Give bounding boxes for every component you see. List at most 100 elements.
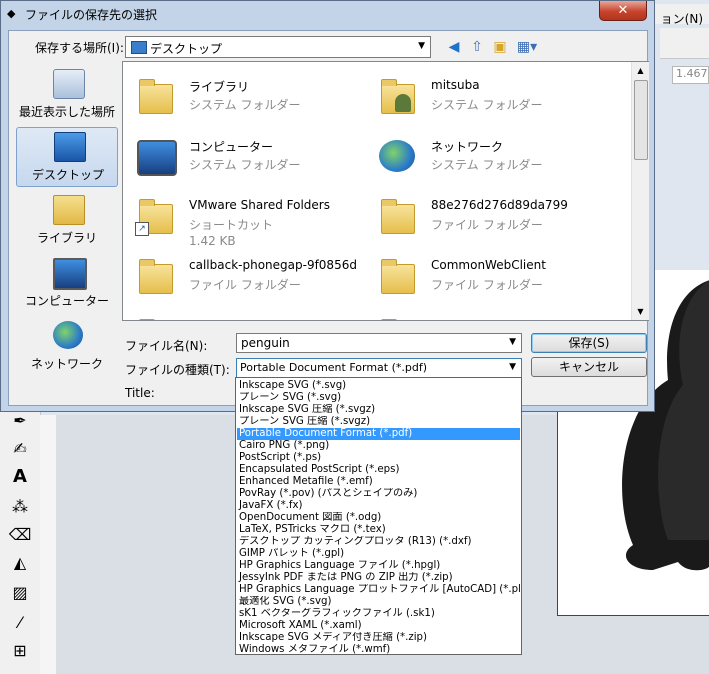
filetype-option[interactable]: HP Graphics Language プロットファイル [AutoCAD] …	[237, 584, 520, 596]
filetype-option[interactable]: 最適化 SVG (*.svg)	[237, 596, 520, 608]
cancel-button[interactable]: キャンセル	[531, 357, 647, 377]
list-item[interactable]: コンピューター システム フォルダー	[129, 128, 369, 186]
filetype-option[interactable]: Cairo PNG (*.png)	[237, 440, 520, 452]
file-type: ショートカット	[189, 218, 274, 232]
view-menu-icon[interactable]: ▦▾	[513, 37, 541, 57]
list-item-partial[interactable]	[371, 308, 611, 320]
dropper-tool-icon[interactable]: ⁄	[8, 610, 32, 634]
place-label: デスクトップ	[31, 168, 104, 182]
chevron-down-icon: ▼	[509, 362, 516, 372]
new-folder-icon[interactable]: ▣	[490, 37, 510, 57]
location-label: 保存する場所(I):	[35, 41, 124, 55]
user-folder-icon	[377, 76, 417, 116]
place-label: ライブラリ	[36, 231, 97, 245]
place-label: コンピューター	[24, 294, 109, 308]
filetype-option[interactable]: Inkscape SVG 圧縮 (*.svgz)	[237, 404, 520, 416]
folder-icon	[377, 196, 417, 236]
filetype-dropdown-list: Inkscape SVG (*.svg) プレーン SVG (*.svg) In…	[235, 377, 522, 655]
scroll-down-icon[interactable]: ▼	[632, 303, 649, 320]
file-type: システム フォルダー	[189, 158, 301, 172]
place-recent[interactable]: 最近表示した場所	[16, 65, 118, 125]
filetype-option[interactable]: HP Graphics Language ファイル (*.hpgl)	[237, 560, 520, 572]
filetype-option[interactable]: デスクトップ カッティングプロッタ (R13) (*.dxf)	[237, 536, 520, 548]
list-item[interactable]: CommonWebClient ファイル フォルダー	[371, 248, 611, 306]
filename-label: ファイル名(N):	[125, 339, 208, 353]
filetype-select[interactable]: Portable Document Format (*.pdf) ▼	[236, 358, 522, 378]
filetype-option[interactable]: Enhanced Metafile (*.emf)	[237, 476, 520, 488]
dialog-titlebar[interactable]: ◆ ファイルの保存先の選択 ✕	[1, 1, 656, 27]
location-value: デスクトップ	[150, 42, 223, 56]
filetype-option[interactable]: プレーン SVG 圧縮 (*.svgz)	[237, 416, 520, 428]
filetype-option[interactable]: GIMP パレット (*.gpl)	[237, 548, 520, 560]
calligraphy-tool-icon[interactable]: ✍	[8, 436, 32, 460]
filetype-option[interactable]: JavaFX (*.fx)	[237, 500, 520, 512]
file-name: 88e276d276d89da799	[431, 198, 568, 212]
place-network[interactable]: ネットワーク	[16, 317, 118, 377]
chevron-down-icon[interactable]: ▼	[509, 337, 516, 347]
filetype-value: Portable Document Format (*.pdf)	[240, 361, 428, 374]
scroll-thumb[interactable]	[634, 80, 648, 160]
file-list-scrollbar[interactable]: ▲ ▼	[631, 62, 649, 320]
location-select[interactable]: デスクトップ ▼	[125, 36, 431, 58]
filetype-option[interactable]: JessyInk PDF または PNG の ZIP 出力 (*.zip)	[237, 572, 520, 584]
list-item[interactable]: 88e276d276d89da799 ファイル フォルダー	[371, 188, 611, 246]
shortcut-folder-icon: ↗	[135, 196, 175, 236]
filetype-option[interactable]: sK1 ベクターグラフィックファイル (.sk1)	[237, 608, 520, 620]
file-size: 1.42 KB	[189, 234, 236, 248]
filetype-option[interactable]: Windows メタファイル (*.wmf)	[237, 644, 520, 656]
up-folder-icon[interactable]: ⇧	[467, 37, 487, 57]
file-name: callback-phonegap-9f0856d	[189, 258, 357, 272]
filetype-option[interactable]: Microsoft XAML (*.xaml)	[237, 620, 520, 632]
network-icon	[377, 136, 417, 176]
places-bar: 最近表示した場所 デスクトップ ライブラリ コンピューター ネットワーク	[12, 61, 118, 401]
chevron-down-icon: ▼	[418, 41, 425, 51]
list-item[interactable]: ネットワーク システム フォルダー	[371, 128, 611, 186]
place-desktop[interactable]: デスクトップ	[16, 127, 118, 187]
bucket-tool-icon[interactable]: ◭	[8, 550, 32, 574]
filetype-option[interactable]: Encapsulated PostScript (*.eps)	[237, 464, 520, 476]
file-list: ライブラリ システム フォルダー mitsuba システム フォルダー コンピュ…	[122, 61, 649, 321]
connector-tool-icon[interactable]: ⊞	[8, 638, 32, 662]
list-item[interactable]: callback-phonegap-9f0856d ファイル フォルダー	[129, 248, 369, 306]
filetype-option[interactable]: プレーン SVG (*.svg)	[237, 392, 520, 404]
title-label: Title:	[125, 386, 155, 400]
filename-value: penguin	[241, 336, 290, 350]
list-item[interactable]: ↗ VMware Shared Folders ショートカット 1.42 KB	[129, 188, 369, 248]
place-computer[interactable]: コンピューター	[16, 254, 118, 314]
folder-icon	[135, 256, 175, 296]
file-type: システム フォルダー	[431, 98, 543, 112]
scroll-up-icon[interactable]: ▲	[632, 62, 649, 79]
gradient-tool-icon[interactable]: ▨	[8, 580, 32, 604]
filetype-option[interactable]: OpenDocument 図面 (*.odg)	[237, 512, 520, 524]
background-zoom-field[interactable]: 1.467	[672, 66, 709, 84]
list-item-partial[interactable]	[129, 308, 369, 320]
filetype-option[interactable]: LaTeX, PSTricks マクロ (*.tex)	[237, 524, 520, 536]
dialog-title: ファイルの保存先の選択	[25, 8, 158, 22]
file-name: ネットワーク	[431, 140, 504, 154]
save-button[interactable]: 保存(S)	[531, 333, 647, 353]
background-menu-item[interactable]: ョン(N)	[661, 10, 703, 27]
background-toolbar	[660, 28, 709, 59]
close-button[interactable]: ✕	[599, 1, 647, 21]
filetype-option[interactable]: Inkscape SVG (*.svg)	[237, 380, 520, 392]
filetype-option[interactable]: PovRay (*.pov) (パスとシェイプのみ)	[237, 488, 520, 500]
network-icon	[53, 321, 83, 349]
back-icon[interactable]: ◀	[444, 37, 464, 57]
file-type: システム フォルダー	[431, 158, 543, 172]
list-item[interactable]: mitsuba システム フォルダー	[371, 68, 611, 126]
filetype-option[interactable]: Inkscape SVG メディア付き圧縮 (*.zip)	[237, 632, 520, 644]
filetype-option[interactable]: PostScript (*.ps)	[237, 452, 520, 464]
place-library[interactable]: ライブラリ	[16, 191, 118, 251]
filename-input[interactable]: penguin ▼	[236, 333, 522, 353]
app-icon: ◆	[7, 7, 16, 20]
library-icon	[53, 195, 85, 225]
text-tool-icon[interactable]: A	[8, 464, 32, 488]
eraser-tool-icon[interactable]: ⌫	[8, 522, 32, 546]
spray-tool-icon[interactable]: ⁂	[8, 494, 32, 518]
desktop-icon	[131, 41, 147, 54]
computer-icon	[53, 258, 87, 290]
background-toolbox: ✒ ✍ A ⁂ ⌫ ◭ ▨ ⁄ ⊞	[0, 400, 41, 674]
folder-icon	[377, 316, 417, 320]
list-item[interactable]: ライブラリ システム フォルダー	[129, 68, 369, 126]
filetype-option-selected[interactable]: Portable Document Format (*.pdf)	[237, 428, 520, 440]
